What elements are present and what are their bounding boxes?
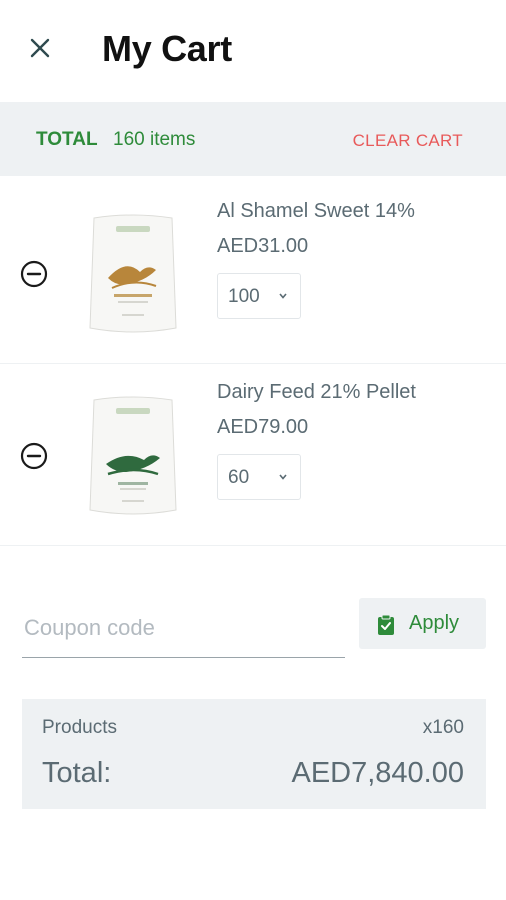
chevron-down-icon <box>279 293 287 299</box>
item-price: AED31.00 <box>217 235 309 257</box>
cart-item: Dairy Feed 21% Pellet AED79.00 60 <box>0 365 506 546</box>
quantity-value: 60 <box>228 467 250 488</box>
product-image-feed-bag <box>89 214 177 333</box>
item-price: AED79.00 <box>217 416 309 438</box>
product-image-feed-bag <box>89 396 177 515</box>
minus-circle-icon[interactable] <box>19 441 49 471</box>
total-label: TOTAL <box>36 129 98 150</box>
coupon-code-input[interactable] <box>22 598 345 658</box>
item-name: Al Shamel Sweet 14% <box>217 200 415 222</box>
chevron-down-icon <box>279 474 287 480</box>
total-amount: AED7,840.00 <box>291 757 464 789</box>
clear-cart-button[interactable]: CLEAR CART <box>353 131 463 151</box>
close-icon[interactable] <box>26 34 54 62</box>
products-count: x160 <box>422 717 464 738</box>
clipboard-check-icon <box>378 614 394 635</box>
item-name: Dairy Feed 21% Pellet <box>217 381 416 403</box>
total-items-count: 160 items <box>113 129 196 150</box>
cart-item: Al Shamel Sweet 14% AED31.00 100 <box>0 183 506 364</box>
products-label: Products <box>42 717 117 738</box>
quantity-select[interactable]: 100 <box>217 273 301 319</box>
apply-label: Apply <box>409 612 460 634</box>
total-label: Total: <box>42 757 112 789</box>
apply-coupon-button[interactable]: Apply <box>359 598 486 649</box>
minus-circle-icon[interactable] <box>19 259 49 289</box>
quantity-value: 100 <box>228 286 260 307</box>
app-header: My Cart <box>0 0 506 102</box>
quantity-select[interactable]: 60 <box>217 454 301 500</box>
page-title: My Cart <box>102 28 232 69</box>
order-summary: Products x160 Total: AED7,840.00 <box>22 699 486 809</box>
